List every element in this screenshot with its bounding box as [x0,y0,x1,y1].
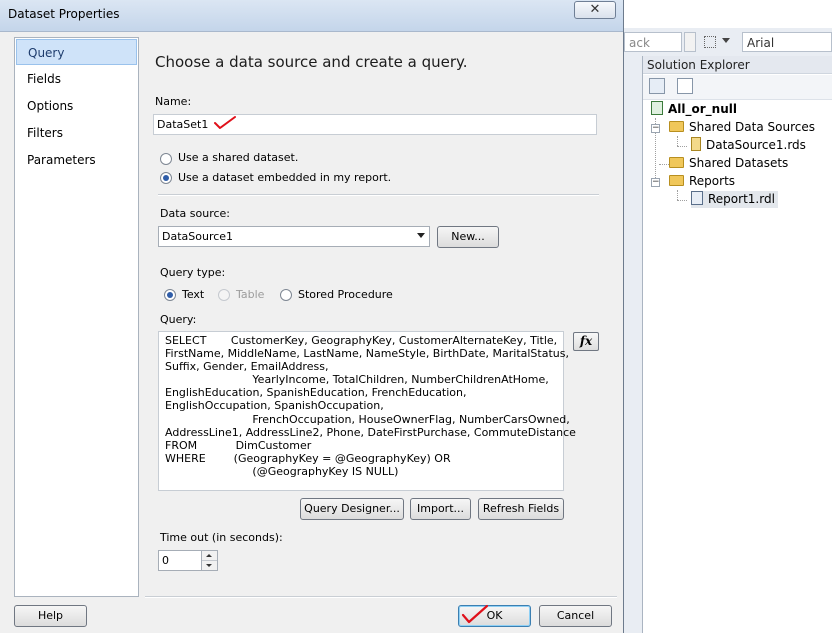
solution-explorer-toolbar [643,75,832,100]
page-nav-list: Query Fields Options Filters Parameters [14,37,139,597]
import-button[interactable]: Import... [410,498,471,520]
divider [158,194,599,196]
tree-item-label: DataSource1.rds [706,138,806,152]
datasource-label: Data source: [160,207,230,220]
timeout-input[interactable]: 0 [158,550,202,571]
close-icon: ✕ [589,2,601,17]
tree-line [677,136,678,146]
tree-line [677,200,687,201]
radio-shared-dataset-label[interactable]: Use a shared dataset. [178,151,298,164]
properties-icon[interactable] [649,78,665,94]
ide-toolbar: ack Arial [622,28,832,57]
timeout-label: Time out (in seconds): [160,531,283,544]
solution-explorer-panel: Solution Explorer All_or_null − Shared D… [642,56,832,633]
font-name-combo[interactable]: Arial [742,32,832,52]
tree-item-label: Report1.rdl [708,192,775,206]
collapse-icon[interactable]: − [651,178,660,187]
report-icon [691,191,703,205]
nav-item-options[interactable]: Options [16,93,137,119]
radio-shared-dataset[interactable] [160,153,172,165]
dataset-properties-dialog: Dataset Properties ✕ Query Fields Option… [0,0,624,633]
project-icon [651,101,663,115]
close-button[interactable]: ✕ [574,1,616,19]
dialog-titlebar[interactable]: Dataset Properties ✕ [0,0,623,32]
nav-item-filters[interactable]: Filters [16,120,137,146]
radio-query-type-stored-procedure[interactable] [280,289,292,301]
tree-line [677,190,678,200]
radio-query-type-table [218,289,230,301]
query-type-label: Query type: [160,266,226,279]
radio-query-type-text-label[interactable]: Text [182,288,204,301]
timeout-spinner[interactable] [202,550,218,571]
spin-up-icon[interactable] [202,551,217,561]
nav-item-fields[interactable]: Fields [16,66,137,92]
cancel-button[interactable]: Cancel [539,605,612,627]
ide-left-strip [622,56,643,633]
solution-explorer-title: Solution Explorer [643,56,832,74]
radio-query-type-table-label: Table [236,288,265,301]
nav-item-parameters[interactable]: Parameters [16,147,137,173]
folder-icon [669,121,684,132]
toolbar-combo-dropdown[interactable] [684,32,696,52]
dialog-title: Dataset Properties [8,7,120,21]
refresh-fields-button[interactable]: Refresh Fields [478,498,564,520]
radio-query-type-text[interactable] [164,289,176,301]
footer-divider [145,596,617,598]
tree-line [677,146,687,147]
chevron-down-icon [417,233,425,238]
annotation-checkmark-icon [461,604,489,624]
query-text[interactable]: SELECT CustomerKey, GeographyKey, Custom… [165,334,576,478]
folder-icon [669,157,684,168]
tree-item-label: Reports [689,174,736,188]
tree-item-project-label: All_or_null [668,102,737,116]
tree-item-project[interactable]: All_or_null [651,101,737,118]
radio-embedded-dataset-label[interactable]: Use a dataset embedded in my report. [178,171,391,184]
radio-query-type-stored-procedure-label[interactable]: Stored Procedure [298,288,393,301]
tree-item-reports[interactable]: Reports [669,173,735,190]
datasource-select[interactable]: DataSource1 [158,226,430,247]
spin-down-icon[interactable] [202,561,217,571]
annotation-checkmark-icon [214,116,236,129]
query-textarea[interactable]: SELECT CustomerKey, GeographyKey, Custom… [158,331,576,491]
query-designer-button[interactable]: Query Designer... [300,498,404,520]
toolbar-back-combo[interactable]: ack [624,32,682,52]
data-source-icon [691,137,701,151]
tree-item-shared-datasets[interactable]: Shared Datasets [669,155,788,172]
tree-item-report-file[interactable]: Report1.rdl [691,191,778,208]
folder-icon [669,175,684,186]
collapse-icon[interactable]: − [651,124,660,133]
tree-item-label: Shared Data Sources [689,120,815,134]
show-all-files-icon[interactable] [677,78,693,94]
nav-item-query[interactable]: Query [16,39,137,65]
new-datasource-button[interactable]: New... [437,226,499,248]
query-label: Query: [160,313,197,326]
tree-item-datasource-file[interactable]: DataSource1.rds [691,137,806,154]
grid-icon[interactable] [704,36,716,48]
chevron-down-icon[interactable] [722,38,730,43]
help-button[interactable]: Help [14,605,87,627]
expression-button[interactable]: fx [573,332,599,351]
page-heading: Choose a data source and create a query. [155,53,468,71]
tree-item-label: Shared Datasets [689,156,789,170]
tree-line [659,164,669,165]
fx-icon: fx [579,334,593,348]
name-label: Name: [155,95,192,108]
tree-item-shared-data-sources[interactable]: Shared Data Sources [669,119,815,136]
datasource-select-value: DataSource1 [162,230,234,243]
radio-embedded-dataset[interactable] [160,172,172,184]
